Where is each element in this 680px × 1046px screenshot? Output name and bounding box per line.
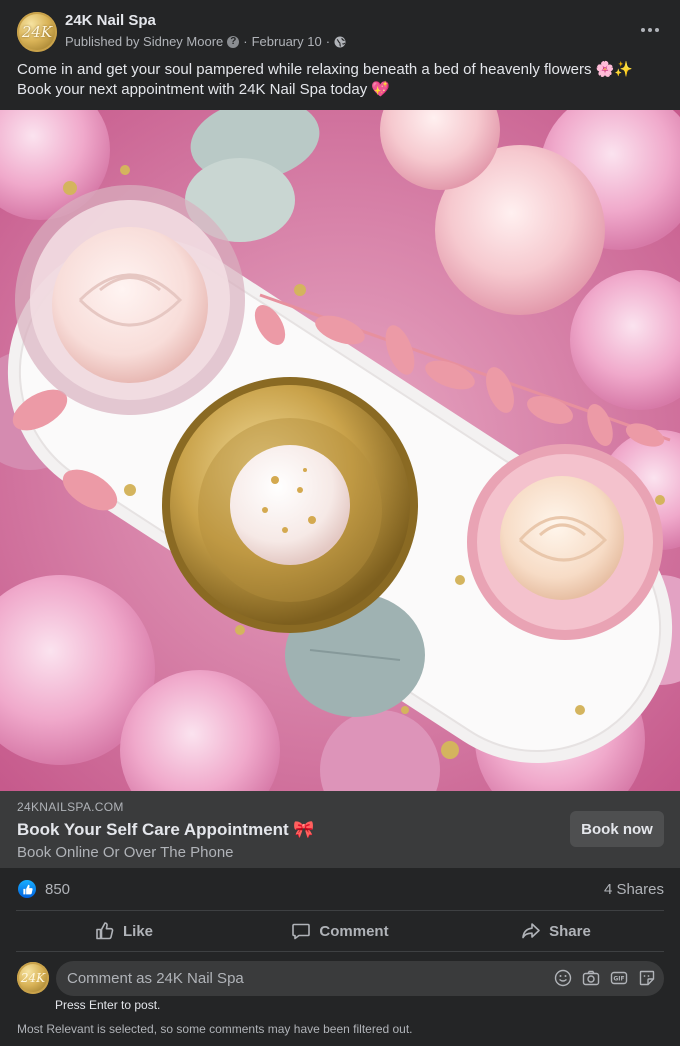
avatar-monogram: 24K xyxy=(20,971,46,985)
smiley-icon[interactable] xyxy=(554,969,572,987)
page-avatar[interactable]: 24K xyxy=(17,12,57,52)
camera-icon[interactable] xyxy=(582,969,600,987)
gold-bowl xyxy=(162,377,418,633)
link-title[interactable]: Book Your Self Care Appointment 🎀 xyxy=(17,820,315,840)
meta-separator: · xyxy=(243,34,248,49)
comment-filter-note: Most Relevant is selected, so some comme… xyxy=(17,1022,413,1036)
pink-flower-dish xyxy=(467,444,663,640)
glass-bowl xyxy=(15,185,245,415)
more-horizontal-icon xyxy=(641,28,645,32)
published-by[interactable]: Published by Sidney Moore xyxy=(65,34,223,49)
comment-tools: GIF xyxy=(554,969,656,987)
thumbs-up-icon[interactable] xyxy=(18,880,36,898)
reaction-count[interactable]: 850 xyxy=(45,881,70,898)
press-enter-hint: Press Enter to post. xyxy=(55,998,161,1012)
more-options-button[interactable] xyxy=(638,18,662,42)
link-preview-card[interactable]: 24KNAILSPA.COM Book Your Self Care Appoi… xyxy=(0,791,680,868)
thumbs-up-icon xyxy=(96,922,114,940)
more-dot xyxy=(655,28,659,32)
action-bar: Like Comment Share xyxy=(16,912,664,950)
post-meta: Published by Sidney Moore ? · February 1… xyxy=(65,34,346,49)
spa-products-photo xyxy=(0,110,680,791)
comment-input[interactable]: Comment as 24K Nail Spa GIF xyxy=(56,961,664,996)
comment-button[interactable]: Comment xyxy=(232,912,448,950)
commenter-avatar[interactable]: 24K xyxy=(17,962,49,994)
help-icon[interactable]: ? xyxy=(227,35,240,48)
share-label: Share xyxy=(549,922,591,940)
meta-separator: · xyxy=(325,34,331,49)
page-name-link[interactable]: 24K Nail Spa xyxy=(65,12,156,29)
book-now-button[interactable]: Book now xyxy=(570,811,664,847)
divider xyxy=(16,910,664,911)
comment-label: Comment xyxy=(319,922,389,940)
share-button[interactable]: Share xyxy=(448,912,664,950)
share-count[interactable]: 4 Shares xyxy=(604,881,664,898)
more-dot xyxy=(648,28,652,32)
divider xyxy=(16,951,664,952)
reactions-bar: 850 4 Shares xyxy=(0,872,680,908)
caption-line-2: Book your next appointment with 24K Nail… xyxy=(17,81,391,98)
like-label: Like xyxy=(122,922,153,940)
post-header: 24K 24K Nail Spa Published by Sidney Moo… xyxy=(0,0,680,60)
post-photo[interactable] xyxy=(0,110,680,791)
svg-text:GIF: GIF xyxy=(613,976,624,983)
like-button[interactable]: Like xyxy=(16,912,232,950)
link-domain: 24KNAILSPA.COM xyxy=(17,800,124,814)
globe-icon[interactable] xyxy=(334,36,346,48)
facebook-post: 24K 24K Nail Spa Published by Sidney Moo… xyxy=(0,0,680,1046)
comment-placeholder: Comment as 24K Nail Spa xyxy=(67,970,244,987)
caption-line-1: Come in and get your soul pampered while… xyxy=(17,61,634,78)
sticker-icon[interactable] xyxy=(638,969,656,987)
avatar-monogram: 24K xyxy=(21,23,53,41)
gif-icon[interactable]: GIF xyxy=(610,969,628,987)
post-caption: Come in and get your soul pampered while… xyxy=(17,60,667,100)
comment-icon xyxy=(292,923,311,940)
link-description: Book Online Or Over The Phone xyxy=(17,844,234,861)
share-icon xyxy=(522,923,540,939)
post-date[interactable]: February 10 xyxy=(252,34,322,49)
